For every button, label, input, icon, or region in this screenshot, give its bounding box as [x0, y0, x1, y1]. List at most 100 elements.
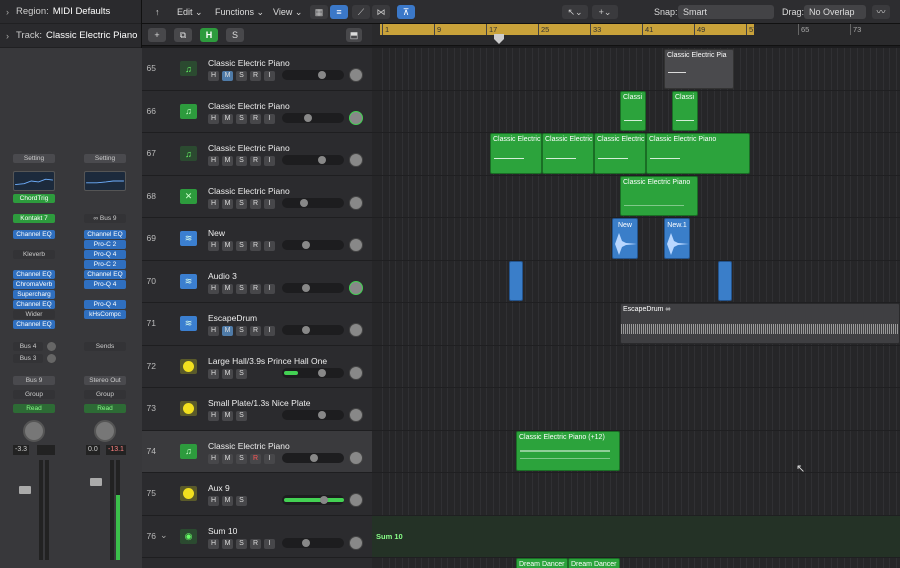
- duplicate-track-icon[interactable]: ⧉: [174, 28, 192, 42]
- track-r-button[interactable]: R: [250, 241, 261, 251]
- volume-knob[interactable]: [304, 113, 312, 122]
- music-note-icon[interactable]: ♫: [180, 443, 197, 459]
- aux-icon[interactable]: [180, 486, 197, 501]
- pan-knob[interactable]: [349, 450, 363, 465]
- midi-region[interactable]: Classic Electric: [594, 133, 646, 174]
- track-i-button[interactable]: I: [264, 283, 275, 294]
- track-s-button[interactable]: S: [236, 368, 247, 379]
- setting-button[interactable]: Setting: [13, 154, 55, 163]
- plugin-slot[interactable]: Channel EQ: [13, 320, 55, 329]
- midi-region[interactable]: Dream Dancer: [568, 558, 620, 568]
- midi-region[interactable]: Classic Electric: [490, 133, 542, 174]
- track-name[interactable]: Large Hall/3.9s Prince Hall One: [208, 356, 327, 366]
- aux-icon[interactable]: [180, 358, 197, 374]
- track-h-button[interactable]: H: [208, 113, 219, 124]
- up-arrow-icon[interactable]: ↑: [150, 5, 165, 19]
- volume-knob[interactable]: [318, 368, 326, 377]
- track-name[interactable]: Audio 3: [208, 271, 237, 281]
- volume-slider[interactable]: [282, 197, 344, 208]
- track-h-button[interactable]: H: [208, 538, 219, 549]
- instrument-slot[interactable]: Kontakt 7: [13, 214, 55, 223]
- track-r-button[interactable]: R: [250, 538, 261, 549]
- track-r-button[interactable]: R: [250, 156, 261, 166]
- volume-knob[interactable]: [300, 198, 308, 207]
- music-note-icon[interactable]: ♫: [180, 103, 197, 119]
- volume-knob[interactable]: [320, 496, 328, 504]
- automation-mode[interactable]: Read: [13, 404, 55, 413]
- track-m-button[interactable]: M: [222, 113, 233, 124]
- plugin-slot[interactable]: Channel EQ: [13, 300, 55, 309]
- track-name[interactable]: Classic Electric Piano: [208, 441, 290, 451]
- plugin-slot[interactable]: Channel EQ: [84, 270, 126, 279]
- midi-region[interactable]: Classi: [672, 91, 698, 131]
- track-s-button[interactable]: S: [236, 283, 247, 294]
- send-knob[interactable]: [47, 354, 56, 363]
- view-menu[interactable]: View ⌄: [268, 5, 307, 19]
- midi-region[interactable]: Classi: [620, 91, 646, 131]
- track-i-button[interactable]: I: [264, 156, 275, 166]
- track-lane[interactable]: [372, 515, 900, 558]
- track-h-button[interactable]: H: [208, 198, 219, 209]
- midi-region[interactable]: Classic Electric Piano: [646, 133, 750, 174]
- plugin-slot[interactable]: Pro-Q 4: [84, 300, 126, 309]
- volume-knob[interactable]: [302, 538, 310, 547]
- send-slot[interactable]: Bus 3: [13, 354, 43, 363]
- track-m-button[interactable]: M: [222, 453, 233, 464]
- track-header[interactable]: 70 ≋ Audio 3 HMSRI: [142, 261, 372, 303]
- pan-knob[interactable]: [349, 365, 363, 380]
- hide-button[interactable]: H: [200, 28, 218, 42]
- eq-thumbnail[interactable]: [13, 171, 55, 191]
- track-r-button[interactable]: R: [250, 283, 261, 294]
- volume-slider[interactable]: [282, 495, 344, 505]
- track-s-button[interactable]: S: [236, 538, 247, 549]
- plugin-slot[interactable]: Pro-Q 4: [84, 280, 126, 289]
- track-name[interactable]: Sum 10: [208, 526, 237, 536]
- track-r-button[interactable]: R: [250, 453, 261, 464]
- sum-icon[interactable]: ◉: [180, 528, 197, 544]
- setting-button[interactable]: Setting: [84, 154, 126, 163]
- solo-button[interactable]: S: [226, 28, 244, 42]
- group-slot[interactable]: Group: [84, 390, 126, 399]
- audio-region[interactable]: [509, 261, 523, 301]
- plugin-slot[interactable]: Pro-Q 4: [84, 250, 126, 259]
- midi-region[interactable]: Classic Electric: [542, 133, 594, 174]
- chevron-right-icon[interactable]: ›: [6, 31, 16, 41]
- track-h-button[interactable]: H: [208, 241, 219, 251]
- pan-knob[interactable]: [349, 280, 363, 295]
- volume-slider[interactable]: [282, 452, 344, 463]
- pan-knob[interactable]: [349, 535, 363, 550]
- pointer-tool-icon[interactable]: ↖⌄: [562, 5, 588, 19]
- track-header[interactable]: ⌄ 76 ◉ Sum 10 H M S R I: [142, 516, 372, 558]
- track-m-button[interactable]: M: [222, 496, 233, 506]
- volume-slider[interactable]: [282, 325, 344, 335]
- track-s-button[interactable]: S: [236, 411, 247, 421]
- drag-select[interactable]: No Overlap: [804, 5, 866, 19]
- pan-knob[interactable]: [94, 420, 116, 442]
- track-m-button[interactable]: M: [222, 241, 233, 251]
- track-header[interactable]: 65 ♫ Classic Electric Piano H M S R I: [142, 48, 372, 91]
- track-lane[interactable]: [372, 261, 900, 303]
- track-h-button[interactable]: H: [208, 156, 219, 166]
- track-m-button[interactable]: M: [222, 326, 233, 336]
- audio-region[interactable]: [718, 261, 732, 301]
- track-r-button[interactable]: R: [250, 113, 261, 124]
- group-slot[interactable]: Group: [13, 390, 55, 399]
- track-lane[interactable]: [372, 473, 900, 516]
- input-slot[interactable]: ∞ Bus 9: [84, 214, 126, 223]
- output-slot[interactable]: Stereo Out: [84, 376, 126, 385]
- volume-value[interactable]: -3.3: [13, 445, 30, 455]
- track-s-button[interactable]: S: [236, 496, 247, 506]
- track-lane[interactable]: [372, 388, 900, 431]
- midi-region[interactable]: Classic Electric Pia: [664, 49, 734, 89]
- midi-region[interactable]: Dream Dancer: [516, 558, 568, 568]
- volume-knob[interactable]: [302, 283, 310, 292]
- music-note-icon[interactable]: ♫: [180, 61, 197, 76]
- track-header[interactable]: 68 ✕ Classic Electric Piano H M S R I: [142, 176, 372, 218]
- pan-knob[interactable]: [349, 110, 363, 125]
- audio-region[interactable]: New.1: [664, 218, 690, 259]
- track-s-button[interactable]: S: [236, 326, 247, 336]
- plugin-slot[interactable]: kHsCompc: [84, 310, 126, 319]
- track-header[interactable]: 71 ≋ EscapeDrum H M S R I: [142, 303, 372, 346]
- volume-value[interactable]: 0.0: [86, 445, 100, 455]
- volume-slider[interactable]: [282, 112, 344, 123]
